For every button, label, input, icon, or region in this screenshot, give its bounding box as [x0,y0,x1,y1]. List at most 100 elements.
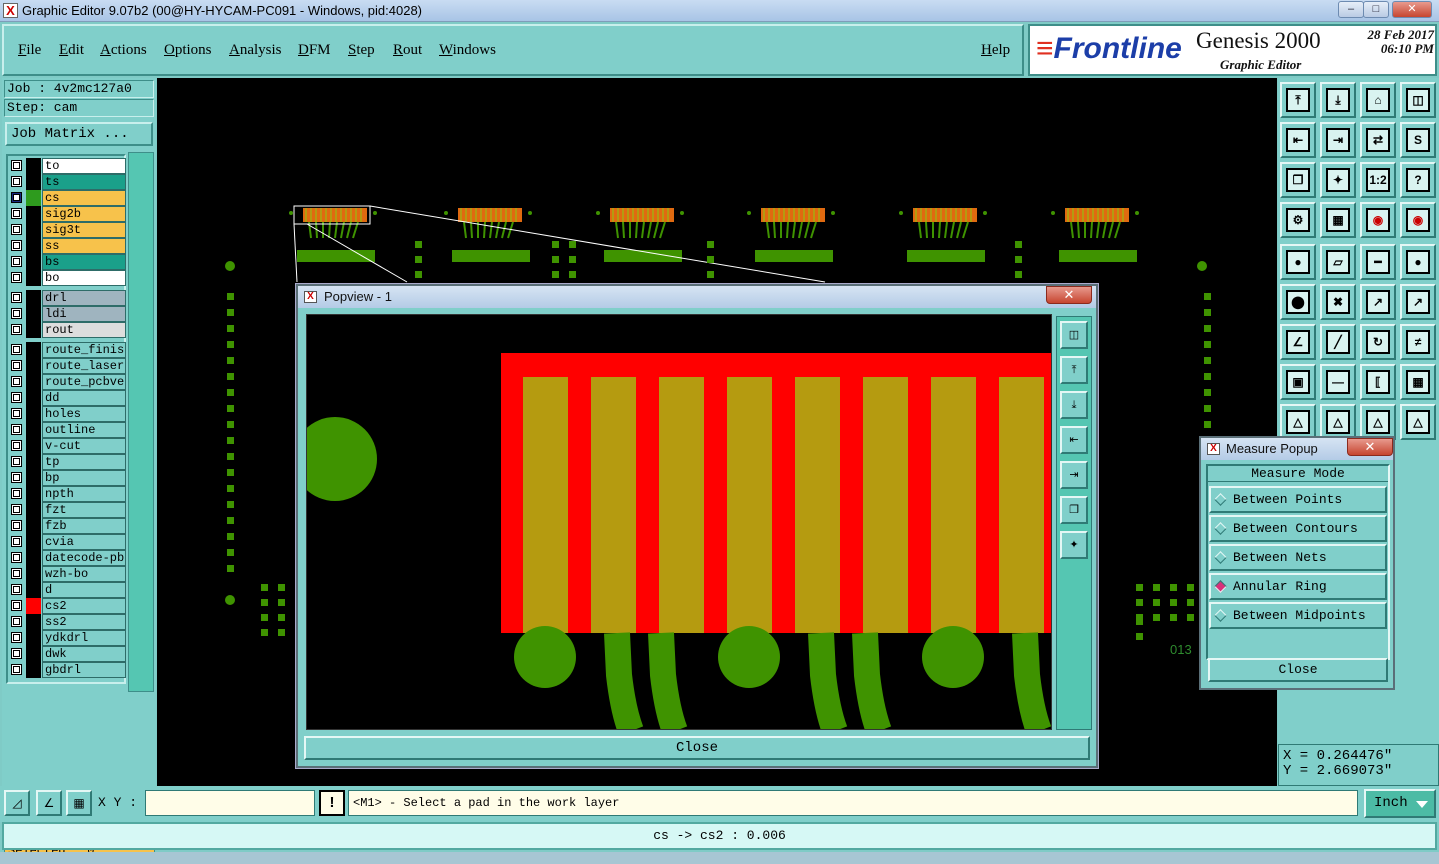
menu-dfm[interactable]: DFM [298,42,331,59]
snap2-tool-button[interactable]: ◉ [1400,202,1436,238]
layer-color-swatch[interactable] [26,534,41,550]
measure-close-x-button[interactable]: ✕ [1347,438,1393,456]
layer-name[interactable]: route_pcbver [42,374,126,390]
popview-close-x-button[interactable]: ✕ [1046,286,1092,304]
alert-button[interactable]: ! [319,790,345,816]
layer-color-swatch[interactable] [26,518,41,534]
layer-name[interactable]: outline [42,422,126,438]
layer-name[interactable]: ss2 [42,614,126,630]
layer-row-npth[interactable]: npth [8,486,126,502]
triangle2-tool-button[interactable]: △ [1320,404,1356,440]
layer-name[interactable]: sig2b [42,206,126,222]
angle-tool-button[interactable]: ∠ [1280,324,1316,360]
layer-row-bo[interactable]: bo [8,270,126,286]
layer-color-swatch[interactable] [26,270,41,286]
layer-color-swatch[interactable] [26,454,41,470]
right-icon[interactable]: ⇥ [1060,461,1088,489]
layer-row-dwk[interactable]: dwk [8,646,126,662]
menu-file[interactable]: File [18,42,41,59]
line-tool-button[interactable]: ↗ [1360,284,1396,320]
menu-step[interactable]: Step [348,42,375,59]
minimize-button[interactable]: – [1338,1,1364,18]
layer-row-bp[interactable]: bp [8,470,126,486]
layer-row-bs[interactable]: bs [8,254,126,270]
circle-tool-button[interactable]: ● [1400,244,1436,280]
grid-tool-button[interactable]: ▦ [1320,202,1356,238]
layer-row-holes[interactable]: holes [8,406,126,422]
cross-tool-button[interactable]: ✖ [1320,284,1356,320]
layer-color-swatch[interactable] [26,646,41,662]
layer-name[interactable]: bo [42,270,126,286]
layer-row-ss[interactable]: ss [8,238,126,254]
menu-help[interactable]: Help [981,42,1010,59]
group-tool-button[interactable]: ▦ [1400,364,1436,400]
slope-tool-button[interactable]: ╱ [1320,324,1356,360]
layer-color-swatch[interactable] [26,238,41,254]
layer-name[interactable]: drl [42,290,126,306]
layer-name[interactable]: bp [42,470,126,486]
layer-row-sig2b[interactable]: sig2b [8,206,126,222]
layer-name[interactable]: ydkdrl [42,630,126,646]
menu-analysis[interactable]: Analysis [229,42,282,59]
layer-color-swatch[interactable] [26,662,41,678]
layer-row-d[interactable]: d [8,582,126,598]
layer-color-swatch[interactable] [26,174,41,190]
popview-close-button[interactable]: Close [304,736,1090,760]
menu-edit[interactable]: Edit [59,42,84,59]
layer-color-swatch[interactable] [26,342,41,358]
layer-row-datecode-pbo[interactable]: datecode-pbo [8,550,126,566]
layer-name[interactable]: rout [42,322,126,338]
popview-canvas[interactable] [306,314,1052,730]
measure-close-button[interactable]: Close [1208,658,1388,682]
measure-option-between-nets[interactable]: Between Nets [1209,544,1387,571]
angle-icon[interactable]: ∠ [36,790,62,816]
layer-row-ts[interactable]: ts [8,174,126,190]
layer-list-scrollbar[interactable] [128,152,154,692]
layer-color-swatch[interactable] [26,550,41,566]
layer-name[interactable]: datecode-pbo [42,550,126,566]
ratio-tool-button[interactable]: 1:2 [1360,162,1396,198]
layer-name[interactable]: route_laser [42,358,126,374]
layer-name[interactable]: cvia [42,534,126,550]
download-icon[interactable]: ⤓ [1060,391,1088,419]
layer-row-ldi[interactable]: ldi [8,306,126,322]
trace-tool-button[interactable]: — [1320,364,1356,400]
layer-color-swatch[interactable] [26,222,41,238]
maximize-button[interactable]: □ [1363,1,1389,18]
layer-row-cs[interactable]: cs [8,190,126,206]
download-tool-button[interactable]: ⤓ [1320,82,1356,118]
triangle3-tool-button[interactable]: △ [1360,404,1396,440]
layer-name[interactable]: tp [42,454,126,470]
layer-color-swatch[interactable] [26,390,41,406]
home-tool-button[interactable]: ⌂ [1360,82,1396,118]
layer-row-route_laser[interactable]: route_laser [8,358,126,374]
edit-tool-button[interactable]: ▱ [1320,244,1356,280]
arc-tool-button[interactable]: ↻ [1360,324,1396,360]
layer-row-sig3t[interactable]: sig3t [8,222,126,238]
layer-name[interactable]: cs2 [42,598,126,614]
layer-name[interactable]: sig3t [42,222,126,238]
zoom-icon[interactable]: ✦ [1060,531,1088,559]
layer-color-swatch[interactable] [26,566,41,582]
line2-tool-button[interactable]: ↗ [1400,284,1436,320]
layer-color-swatch[interactable] [26,486,41,502]
ruler-tool-button[interactable]: ━ [1360,244,1396,280]
snap-tool-button[interactable]: ◉ [1360,202,1396,238]
net-tool-button[interactable]: ⬤ [1280,284,1316,320]
layer-row-cs2[interactable]: cs2 [8,598,126,614]
layer-name[interactable]: holes [42,406,126,422]
layer-color-swatch[interactable] [26,470,41,486]
fit-tool-button[interactable]: ❐ [1280,162,1316,198]
upload-icon[interactable]: ⤒ [1060,356,1088,384]
layer-row-gbdrl[interactable]: gbdrl [8,662,126,678]
layer-row-rout[interactable]: rout [8,322,126,338]
measure-option-between-points[interactable]: Between Points [1209,486,1387,513]
layer-name[interactable]: dwk [42,646,126,662]
layer-color-swatch[interactable] [26,306,41,322]
right-tool-button[interactable]: ⇥ [1320,122,1356,158]
layer-color-swatch[interactable] [26,422,41,438]
layer-row-tp[interactable]: tp [8,454,126,470]
zoom-tool-button[interactable]: ✦ [1320,162,1356,198]
upload-tool-button[interactable]: ⤒ [1280,82,1316,118]
layer-name[interactable]: ts [42,174,126,190]
